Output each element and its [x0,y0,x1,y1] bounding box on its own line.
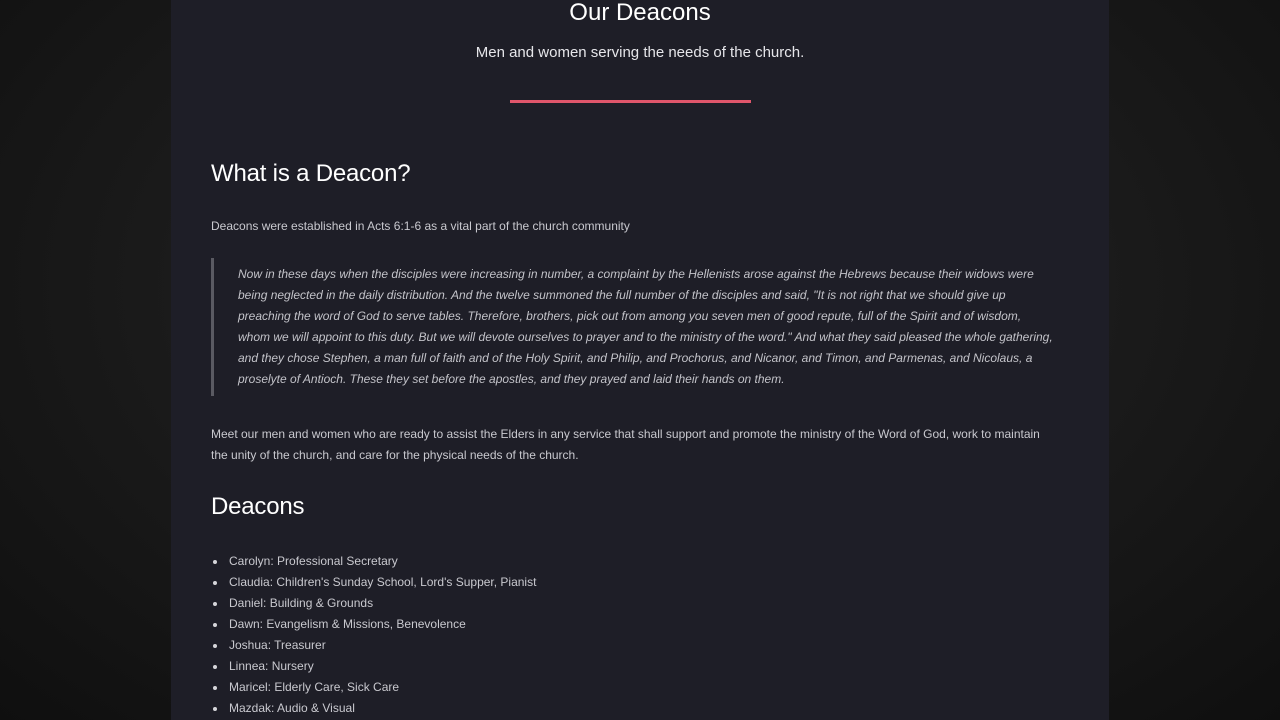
what-is-deacon-heading: What is a Deacon? [211,160,411,187]
content-panel: Our Deacons Men and women serving the ne… [171,0,1109,720]
list-item: Dawn: Evangelism & Missions, Benevolence [211,614,1051,635]
list-item: Carolyn: Professional Secretary [211,551,1051,572]
list-item: Linnea: Nursery [211,656,1051,677]
list-item: Daniel: Building & Grounds [211,593,1051,614]
deacons-heading: Deacons [211,493,305,520]
list-item: Joshua: Treasurer [211,635,1051,656]
accent-divider [510,100,751,103]
list-item: Mazdak: Audio & Visual [211,698,1051,719]
scripture-quote: Now in these days when the disciples wer… [211,258,1053,396]
page-subtitle: Men and women serving the needs of the c… [475,44,805,61]
list-item: Maricel: Elderly Care, Sick Care [211,677,1051,698]
list-item: Claudia: Children's Sunday School, Lord'… [211,572,1051,593]
main-content: What is a Deacon? Deacons were establish… [211,160,1053,719]
deacon-list: Carolyn: Professional Secretary Claudia:… [211,551,1051,719]
intro-text: Deacons were established in Acts 6:1-6 a… [211,219,630,233]
meet-paragraph: Meet our men and women who are ready to … [211,427,1040,462]
page-title: Our Deacons [569,0,711,26]
